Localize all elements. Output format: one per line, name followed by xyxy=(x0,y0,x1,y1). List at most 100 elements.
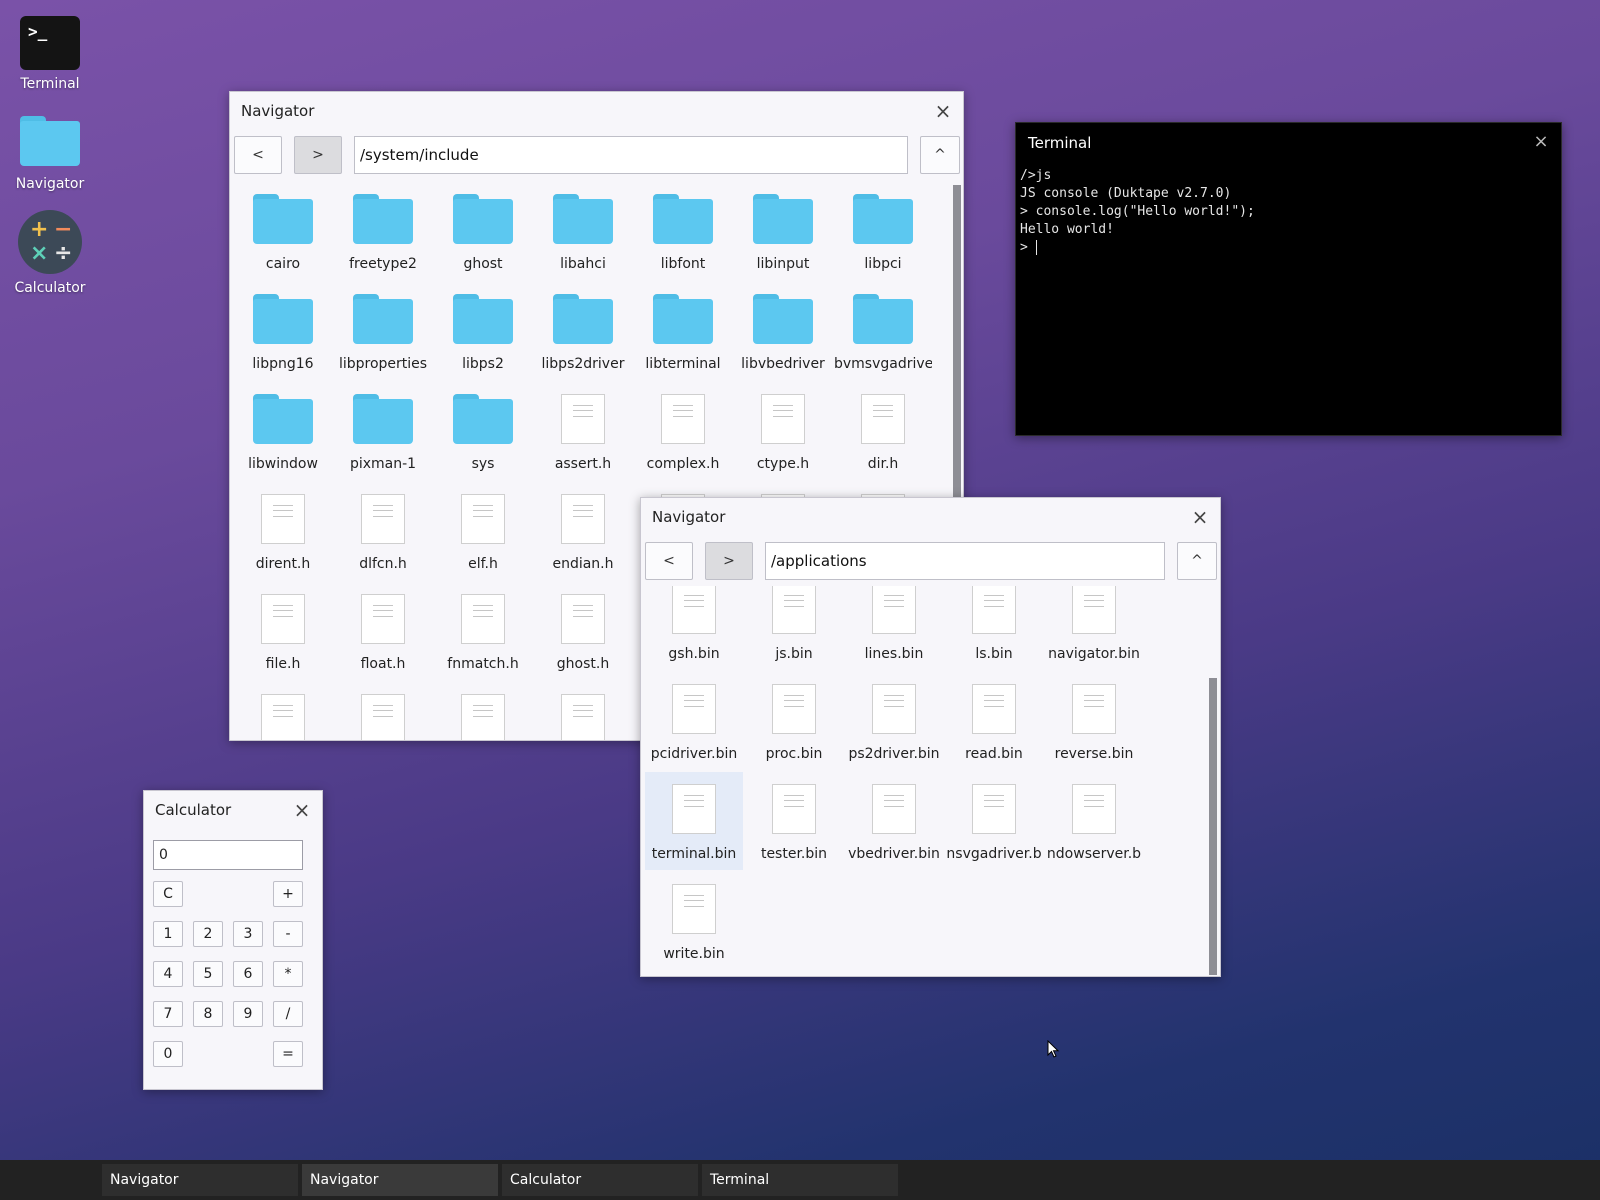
taskbar-item-calculator[interactable]: Calculator xyxy=(502,1164,698,1196)
calc-button[interactable]: 6 xyxy=(233,961,263,987)
file-item[interactable]: float.h xyxy=(334,582,432,680)
calc-button[interactable]: 2 xyxy=(193,921,223,947)
file-item[interactable]: proc.bin xyxy=(745,672,843,770)
file-item[interactable]: nsvgadriver.b xyxy=(945,772,1043,870)
file-item[interactable]: complex.h xyxy=(634,382,732,480)
calc-button[interactable]: - xyxy=(273,921,303,947)
window-titlebar[interactable]: Calculator × xyxy=(144,791,322,829)
path-input[interactable]: /system/include xyxy=(354,136,908,174)
folder-item[interactable]: ghost xyxy=(434,182,532,280)
taskbar-item-navigator[interactable]: Navigator xyxy=(302,1164,498,1196)
calc-button[interactable]: + xyxy=(273,881,303,907)
desktop-icon-calculator[interactable]: + − × ÷ Calculator xyxy=(10,210,90,296)
folder-item[interactable]: freetype2 xyxy=(334,182,432,280)
taskbar-item-navigator[interactable]: Navigator xyxy=(102,1164,298,1196)
file-item[interactable]: ls.bin xyxy=(945,586,1043,670)
folder-item[interactable]: libps2driver xyxy=(534,282,632,380)
forward-button[interactable]: > xyxy=(705,542,753,580)
item-label: write.bin xyxy=(663,946,725,962)
item-label: assert.h xyxy=(554,456,612,472)
file-item[interactable]: assert.h xyxy=(534,382,632,480)
up-button[interactable]: ^ xyxy=(1177,542,1217,580)
calc-button[interactable]: = xyxy=(273,1041,303,1067)
file-icon xyxy=(772,684,816,734)
file-item[interactable]: dirent.h xyxy=(234,482,332,580)
folder-item[interactable]: libfont xyxy=(634,182,732,280)
calc-button[interactable]: 0 xyxy=(153,1041,183,1067)
calc-button[interactable]: 9 xyxy=(233,1001,263,1027)
file-item[interactable]: terminal.bin xyxy=(645,772,743,870)
folder-item[interactable]: libterminal xyxy=(634,282,732,380)
folder-item[interactable]: bvmsvgadrive xyxy=(834,282,932,380)
folder-item[interactable]: sys xyxy=(434,382,532,480)
file-item[interactable]: reverse.bin xyxy=(1045,672,1143,770)
terminal-output[interactable]: />js JS console (Duktape v2.7.0) > conso… xyxy=(1020,167,1255,257)
file-item[interactable] xyxy=(234,682,332,740)
calc-button[interactable]: 3 xyxy=(233,921,263,947)
folder-item[interactable]: libproperties xyxy=(334,282,432,380)
close-icon[interactable]: × xyxy=(1190,507,1210,527)
folder-item[interactable]: libvbedriver xyxy=(734,282,832,380)
folder-icon xyxy=(353,394,413,444)
window-titlebar[interactable]: Navigator × xyxy=(641,498,1220,536)
folder-item[interactable]: libahci xyxy=(534,182,632,280)
item-label: libps2 xyxy=(462,356,504,372)
calc-button[interactable]: / xyxy=(273,1001,303,1027)
file-item[interactable]: js.bin xyxy=(745,586,843,670)
taskbar-item-terminal[interactable]: Terminal xyxy=(702,1164,898,1196)
file-item[interactable]: dlfcn.h xyxy=(334,482,432,580)
file-item[interactable]: ps2driver.bin xyxy=(845,672,943,770)
file-item[interactable]: vbedriver.bin xyxy=(845,772,943,870)
calc-button[interactable]: 5 xyxy=(193,961,223,987)
desktop-icon-terminal[interactable]: >_ Terminal xyxy=(10,16,90,92)
close-icon[interactable]: × xyxy=(933,101,953,121)
back-button[interactable]: < xyxy=(645,542,693,580)
file-item[interactable]: gsh.bin xyxy=(645,586,743,670)
file-item[interactable]: navigator.bin xyxy=(1045,586,1143,670)
calculator-display[interactable]: 0 xyxy=(153,840,303,870)
calc-button[interactable]: * xyxy=(273,961,303,987)
file-item[interactable]: pcidriver.bin xyxy=(645,672,743,770)
file-item[interactable]: elf.h xyxy=(434,482,532,580)
file-item[interactable] xyxy=(434,682,532,740)
folder-item[interactable]: libwindow xyxy=(234,382,332,480)
desktop-icon-navigator[interactable]: Navigator xyxy=(10,116,90,192)
file-icon xyxy=(772,586,816,634)
window-titlebar[interactable]: Navigator × xyxy=(230,92,963,130)
forward-button[interactable]: > xyxy=(294,136,342,174)
folder-item[interactable]: libpng16 xyxy=(234,282,332,380)
terminal-icon: >_ xyxy=(20,16,80,70)
calc-button[interactable]: C xyxy=(153,881,183,907)
file-item[interactable]: file.h xyxy=(234,582,332,680)
file-icon xyxy=(561,594,605,644)
calc-button[interactable]: 8 xyxy=(193,1001,223,1027)
file-item[interactable]: ghost.h xyxy=(534,582,632,680)
close-icon[interactable]: × xyxy=(1531,132,1551,152)
calc-button[interactable]: 4 xyxy=(153,961,183,987)
folder-item[interactable]: libinput xyxy=(734,182,832,280)
close-icon[interactable]: × xyxy=(292,800,312,820)
file-item[interactable]: tester.bin xyxy=(745,772,843,870)
file-item[interactable]: ctype.h xyxy=(734,382,832,480)
folder-item[interactable]: libps2 xyxy=(434,282,532,380)
up-button[interactable]: ^ xyxy=(920,136,960,174)
file-item[interactable] xyxy=(334,682,432,740)
file-item[interactable]: fnmatch.h xyxy=(434,582,532,680)
folder-item[interactable]: libpci xyxy=(834,182,932,280)
calc-button[interactable]: 7 xyxy=(153,1001,183,1027)
file-item[interactable]: dir.h xyxy=(834,382,932,480)
file-item[interactable] xyxy=(534,682,632,740)
file-item[interactable]: ndowserver.b xyxy=(1045,772,1143,870)
file-item[interactable]: endian.h xyxy=(534,482,632,580)
folder-item[interactable]: pixman-1 xyxy=(334,382,432,480)
folder-item[interactable]: cairo xyxy=(234,182,332,280)
back-button[interactable]: < xyxy=(234,136,282,174)
path-input[interactable]: /applications xyxy=(765,542,1165,580)
file-item[interactable]: lines.bin xyxy=(845,586,943,670)
window-title: Navigator xyxy=(241,102,315,120)
file-item[interactable]: read.bin xyxy=(945,672,1043,770)
file-item[interactable]: write.bin xyxy=(645,872,743,970)
scrollbar[interactable] xyxy=(1209,678,1217,975)
calc-button[interactable]: 1 xyxy=(153,921,183,947)
navigator-toolbar: < > /applications ^ xyxy=(645,542,1217,582)
